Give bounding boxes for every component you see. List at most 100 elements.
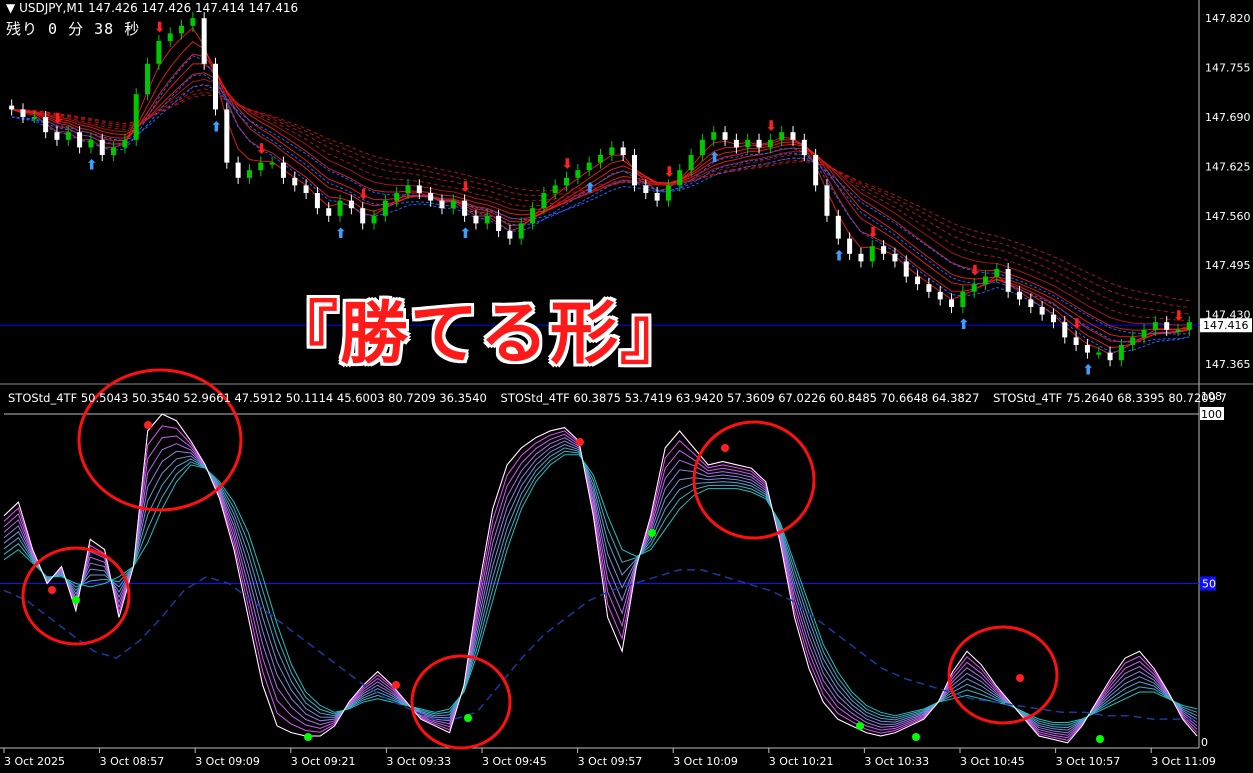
candle-body bbox=[326, 208, 332, 216]
buy-arrow-icon: ⬆ bbox=[584, 180, 596, 196]
sell-arrow-icon: ⬇ bbox=[358, 187, 370, 203]
time-tick-label: 3 Oct 08:57 bbox=[100, 755, 165, 768]
candle-body bbox=[631, 155, 637, 186]
candle-body bbox=[258, 162, 264, 171]
time-tick-label: 3 Oct 10:09 bbox=[673, 755, 738, 768]
sell-arrow-icon: ⬇ bbox=[1071, 316, 1083, 332]
price-tick-label: 147.495 bbox=[1205, 259, 1251, 272]
candle-body bbox=[1118, 345, 1124, 361]
candle-body bbox=[224, 109, 230, 163]
candle-body bbox=[9, 105, 15, 110]
price-tick-label: 147.625 bbox=[1205, 160, 1251, 173]
price-tick-label: 147.820 bbox=[1205, 12, 1251, 25]
candle-body bbox=[314, 193, 320, 209]
candle-body bbox=[145, 63, 151, 95]
candle-body bbox=[201, 18, 207, 64]
candle-body bbox=[677, 170, 683, 186]
candle-body bbox=[337, 200, 343, 216]
stochastic-band-line bbox=[3, 433, 1198, 739]
buy-arrow-icon: ⬆ bbox=[86, 157, 98, 173]
symbol-header: ▼ USDJPY,M1 147.426 147.426 147.414 147.… bbox=[6, 1, 298, 15]
sell-signal-dot bbox=[144, 421, 152, 429]
candle-body bbox=[190, 18, 196, 26]
price-tick-label: 147.365 bbox=[1205, 358, 1251, 371]
time-tick-label: 3 Oct 09:21 bbox=[291, 755, 356, 768]
candle-body bbox=[654, 193, 660, 201]
candle-body bbox=[450, 200, 456, 209]
price-tick-label: 147.755 bbox=[1205, 62, 1251, 75]
candle-body bbox=[246, 170, 252, 178]
candle-body bbox=[813, 155, 819, 186]
candle-body bbox=[439, 200, 445, 209]
candle-body bbox=[575, 170, 581, 178]
candle-body bbox=[688, 155, 694, 171]
slogan-overlay: 『勝てる形』 bbox=[270, 295, 691, 374]
candle-body bbox=[1050, 314, 1056, 323]
candle-body bbox=[1107, 352, 1113, 361]
candle-body bbox=[790, 132, 796, 140]
candle-body bbox=[65, 132, 71, 140]
buy-arrow-icon: ⬆ bbox=[460, 226, 472, 242]
candle-body bbox=[1152, 322, 1158, 330]
stochastic-band-line bbox=[3, 437, 1198, 736]
sell-arrow-icon: ⬇ bbox=[460, 180, 472, 196]
buy-signal-dot bbox=[648, 529, 656, 537]
chart-canvas: ⬇ ⬆ ⬇ ⬆ ⬇ ⬆ ⬇ ⬇ ⬆ ⬇ ⬆ ⬇ ⬆ ⬇ ⬆ ⬇ ⬆ ⬇ ⬇ ⬆ ⬇ 147.820 147.755 147.… bbox=[0, 0, 1253, 768]
highlight-circle bbox=[692, 420, 816, 540]
candle-body bbox=[77, 132, 83, 148]
candle-body bbox=[348, 200, 354, 209]
candle-body bbox=[564, 177, 570, 186]
sell-arrow-icon: ⬇ bbox=[969, 263, 981, 279]
buy-signal-dot bbox=[912, 733, 920, 741]
time-tick-label: 3 Oct 09:09 bbox=[195, 755, 260, 768]
candle-body bbox=[767, 139, 773, 148]
candle-body bbox=[1073, 337, 1079, 345]
candle-body bbox=[31, 117, 37, 119]
candle-body bbox=[1186, 322, 1192, 330]
candle-body bbox=[1175, 329, 1181, 332]
sell-arrow-icon: ⬇ bbox=[562, 157, 574, 173]
candle-body bbox=[111, 147, 117, 155]
candle-body bbox=[280, 162, 286, 178]
candle-body bbox=[971, 284, 977, 292]
buy-signal-dot bbox=[464, 714, 472, 722]
buy-signal-dot bbox=[304, 733, 312, 741]
candle-body bbox=[926, 284, 932, 292]
candle-body bbox=[960, 291, 966, 307]
candle-body bbox=[99, 139, 105, 155]
candle-body bbox=[983, 276, 989, 285]
candle-body bbox=[43, 117, 49, 133]
candle-body bbox=[937, 291, 943, 300]
sell-signal-dot bbox=[721, 444, 729, 452]
candle-body bbox=[801, 139, 807, 155]
countdown-timer: 残り 0 分 38 秒 bbox=[6, 20, 141, 38]
candle-body bbox=[756, 139, 762, 148]
stochastic-band-line bbox=[3, 450, 1198, 726]
time-tick-label: 3 Oct 10:21 bbox=[769, 755, 834, 768]
sell-arrow-icon: ⬇ bbox=[663, 164, 675, 180]
stochastic-band-line bbox=[3, 454, 1198, 723]
candle-body bbox=[541, 193, 547, 209]
dropdown-triangle-icon[interactable]: ▼ bbox=[6, 1, 15, 15]
candle-body bbox=[122, 139, 128, 148]
buy-arrow-icon: ⬆ bbox=[709, 150, 721, 166]
candle-body bbox=[665, 185, 671, 201]
candle-body bbox=[1016, 291, 1022, 300]
candle-body bbox=[530, 208, 536, 224]
candle-body bbox=[869, 246, 875, 262]
candle-body bbox=[156, 41, 162, 64]
sell-arrow-icon: ⬇ bbox=[256, 142, 268, 158]
candle-body bbox=[779, 132, 785, 140]
candle-body bbox=[643, 185, 649, 193]
candle-body bbox=[1028, 299, 1034, 307]
candle-body bbox=[609, 147, 615, 155]
candle-body bbox=[598, 155, 603, 163]
candle-body bbox=[892, 253, 898, 262]
stochastic-tick-label: 0 bbox=[1201, 736, 1208, 749]
time-tick-label: 3 Oct 2025 bbox=[4, 755, 65, 768]
candle-body bbox=[428, 193, 434, 201]
highlight-circle bbox=[410, 654, 512, 750]
candle-body bbox=[484, 215, 490, 224]
candle-body bbox=[235, 162, 241, 178]
time-tick-label: 3 Oct 09:45 bbox=[482, 755, 547, 768]
